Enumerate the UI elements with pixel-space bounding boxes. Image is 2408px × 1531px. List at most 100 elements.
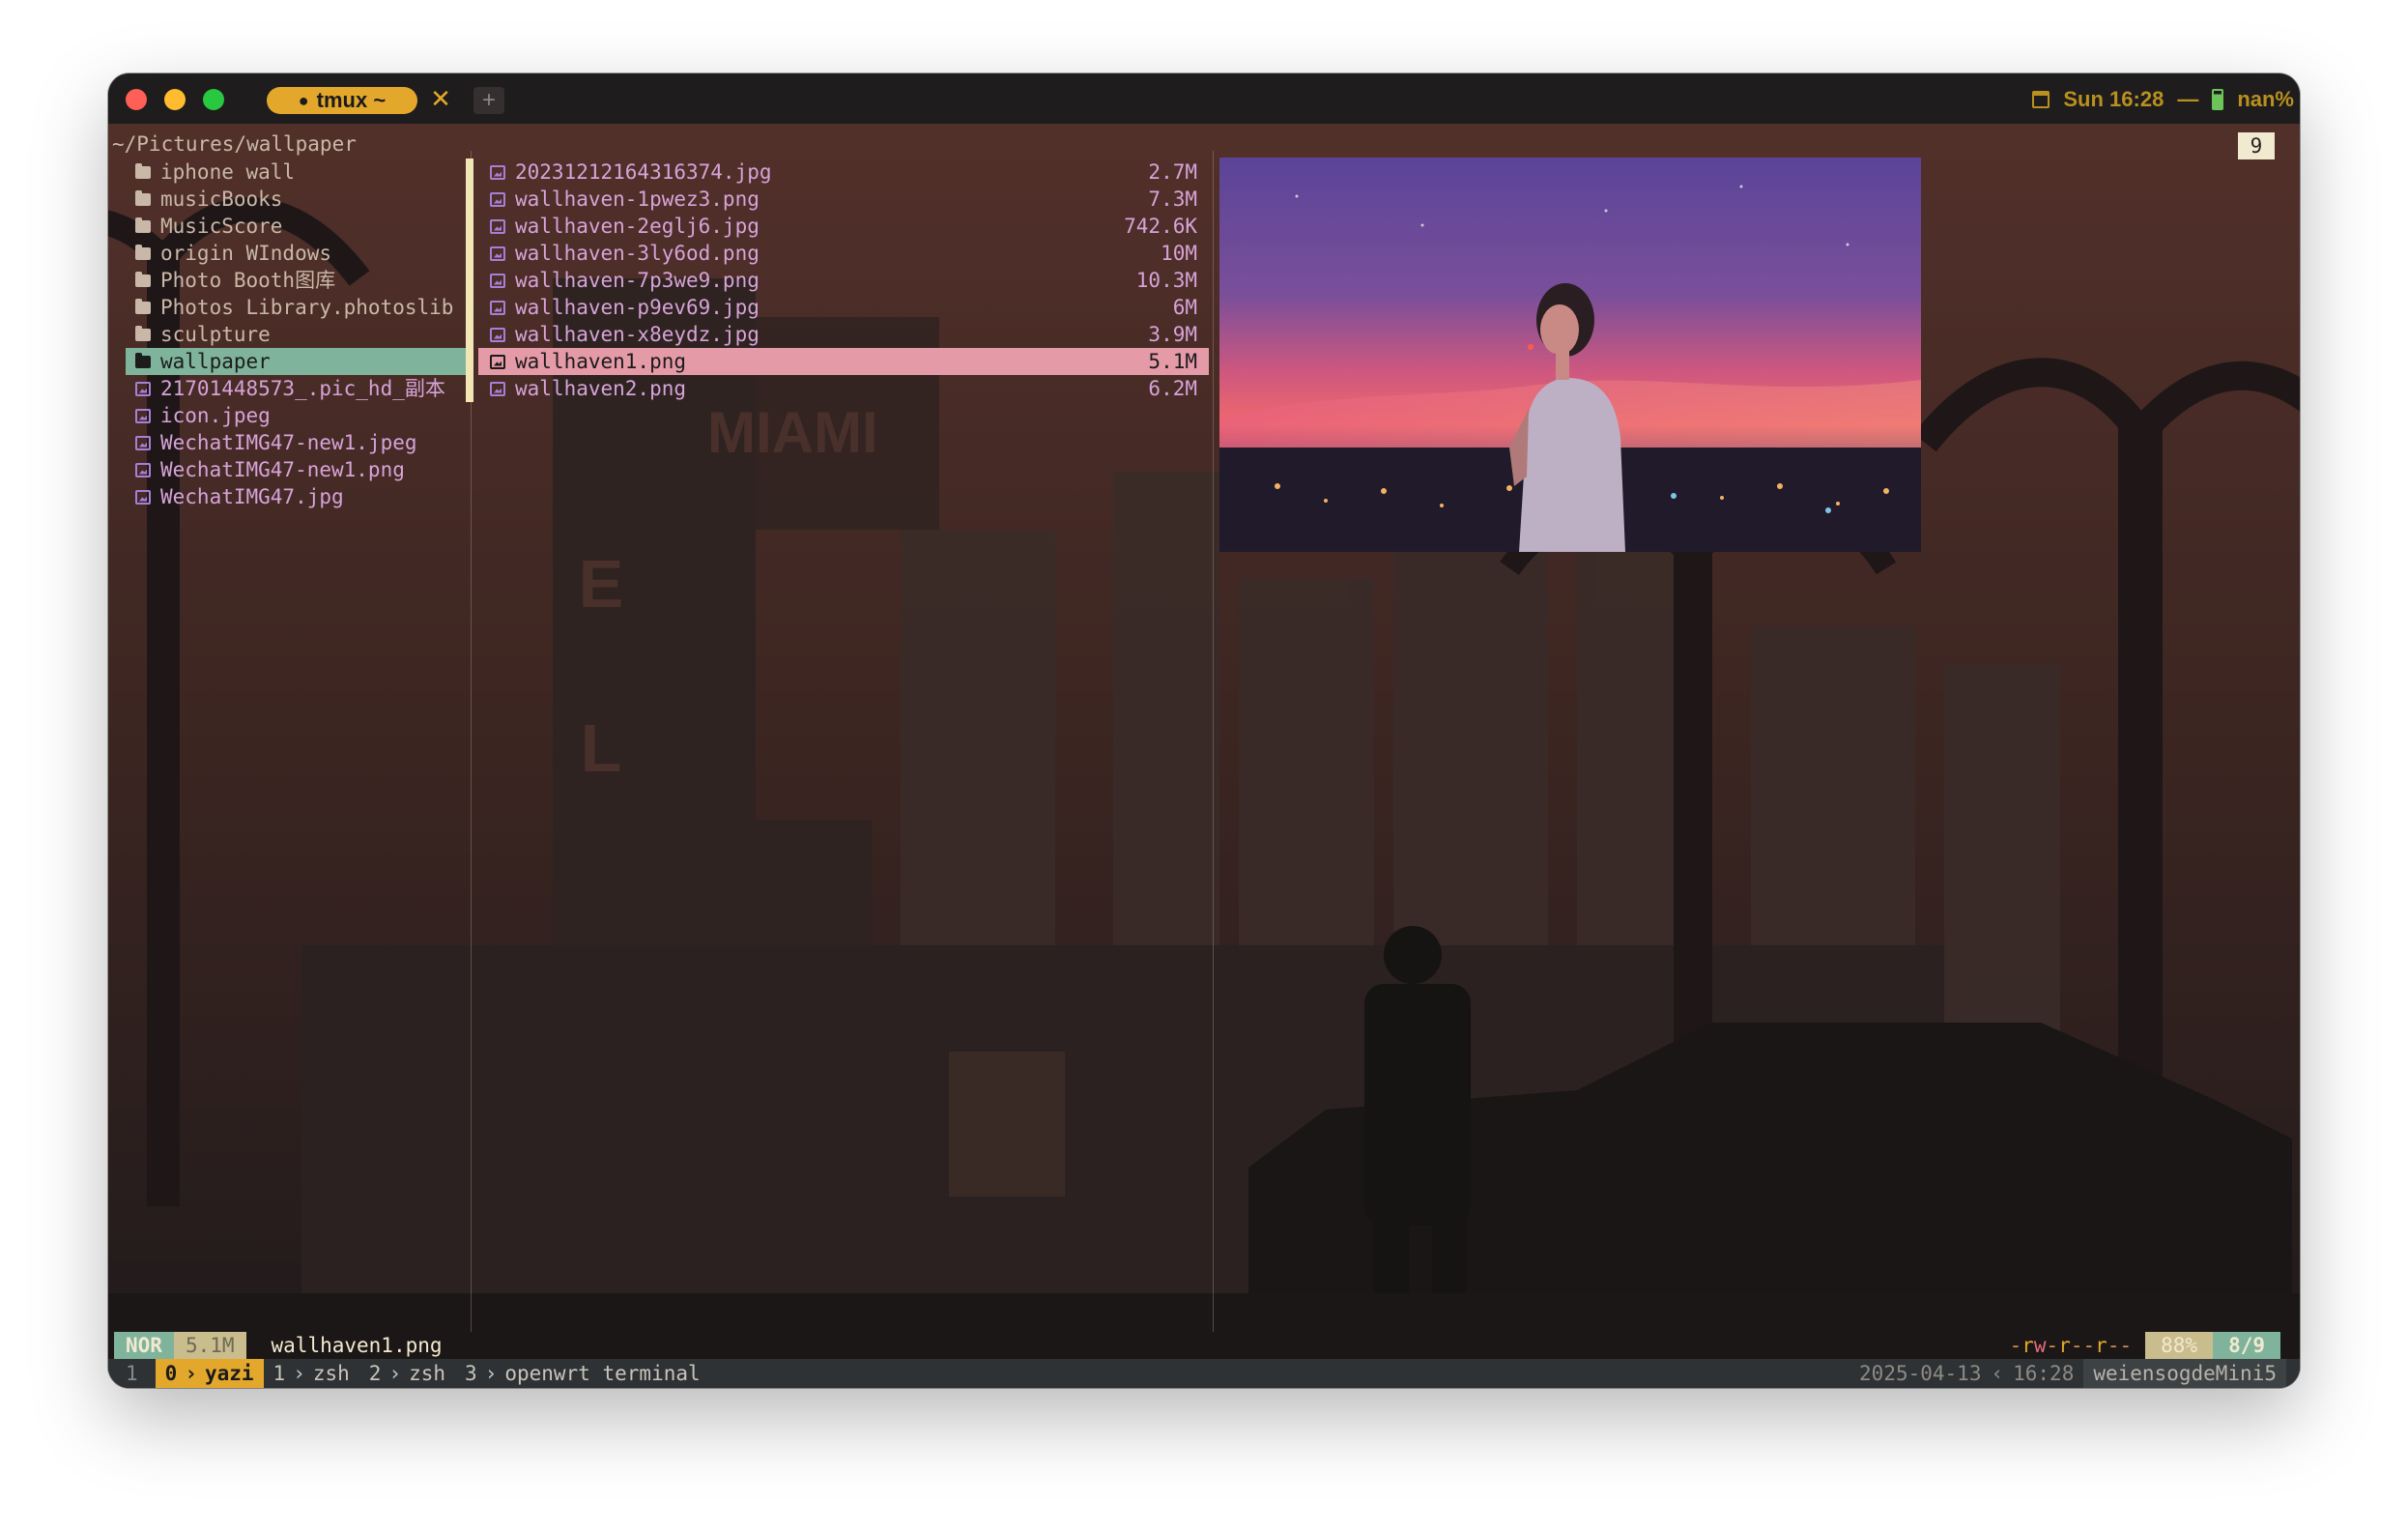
selected-filename: wallhaven1.png <box>271 1334 443 1357</box>
file-size: 7.3M <box>1148 188 1197 211</box>
file-row[interactable]: wallhaven2.png 6.2M <box>478 375 1209 402</box>
image-file-icon <box>490 191 505 207</box>
parent-file-item[interactable]: icon.jpeg <box>126 402 466 429</box>
mode-indicator: NOR <box>114 1332 174 1359</box>
tab-tmux[interactable]: ● tmux ~ <box>267 87 417 114</box>
parent-folder-item[interactable]: Photos Library.photoslib <box>126 294 466 321</box>
tmux-window-tab[interactable]: 2 › zsh <box>359 1359 455 1388</box>
file-name: wallhaven-x8eydz.jpg <box>515 323 760 346</box>
folder-icon <box>135 325 151 341</box>
image-file-icon <box>490 354 505 369</box>
chevron-right-icon: › <box>185 1362 197 1385</box>
parent-folder-item[interactable]: origin WIndows <box>126 240 466 267</box>
permission-char: - <box>2046 1334 2059 1357</box>
file-row[interactable]: wallhaven-p9ev69.jpg 6M <box>478 294 1209 321</box>
tab-label: tmux ~ <box>316 88 387 112</box>
scroll-indicator <box>466 159 473 402</box>
clock-text: Sun 16:28 <box>2063 87 2164 111</box>
file-name-cell: wallhaven2.png <box>490 375 686 402</box>
preview-image <box>1219 158 1921 552</box>
parent-folder-item[interactable]: wallpaper <box>126 348 466 375</box>
battery-icon <box>2212 89 2224 110</box>
file-row[interactable]: wallhaven-x8eydz.jpg 3.9M <box>478 321 1209 348</box>
permission-char: - <box>2107 1334 2120 1357</box>
image-file-icon <box>135 381 151 396</box>
folder-icon <box>135 217 151 233</box>
image-file-icon <box>490 218 505 234</box>
tmux-window-tab[interactable]: 0 › yazi <box>155 1359 264 1388</box>
parent-file-item[interactable]: WechatIMG47.jpg <box>126 483 466 510</box>
tmux-window-list: 0 › yazi 1 › zsh 2 › zsh 3 › openwrt terminal <box>155 1359 710 1388</box>
image-preview <box>1219 158 1921 552</box>
file-name-cell: wallhaven-1pwez3.png <box>490 186 760 213</box>
file-row[interactable]: 20231212164316374.jpg 2.7M <box>478 159 1209 186</box>
file-name-cell: wallhaven-p9ev69.jpg <box>490 294 760 321</box>
tmux-status-bar: 1 0 › yazi 1 › zsh 2 › zsh 3 › openwrt terminal 202… <box>108 1359 2300 1388</box>
folder-icon <box>135 189 151 206</box>
item-label: WechatIMG47.jpg <box>160 485 344 508</box>
parent-file-item[interactable]: WechatIMG47-new1.jpeg <box>126 429 466 456</box>
yazi-status-bar: NOR 5.1M wallhaven1.png -rw-r--r-- 88% 8… <box>108 1332 2300 1359</box>
file-name: wallhaven-7p3we9.png <box>515 269 760 292</box>
tmux-status-right: 2025-04-13 ‹ 16:28 weiensogdeMini5 <box>1849 1359 2286 1388</box>
image-file-icon <box>490 327 505 342</box>
file-name-cell: 20231212164316374.jpg <box>490 159 772 186</box>
parent-file-item[interactable]: WechatIMG47-new1.png <box>126 456 466 483</box>
tab-close-button[interactable]: ✕ <box>427 83 454 114</box>
item-label: iphone wall <box>160 160 296 184</box>
tmux-window-tab[interactable]: 1 › zsh <box>264 1359 359 1388</box>
terminal-area[interactable]: E L MIAMI ~/Pictures/wallpaper 9 iphone … <box>108 124 2300 1388</box>
permission-char: - <box>2082 1334 2096 1357</box>
parent-directory-list: iphone wall musicBooks MusicScore origin WI… <box>126 159 466 510</box>
file-row[interactable]: wallhaven-3ly6od.png 10M <box>478 240 1209 267</box>
calendar-icon <box>2032 91 2050 108</box>
parent-folder-item[interactable]: MusicScore <box>126 213 466 240</box>
new-tab-button[interactable]: + <box>473 87 504 114</box>
tmux-window-name: zsh <box>312 1362 350 1385</box>
folder-icon <box>135 352 151 368</box>
file-name: wallhaven-3ly6od.png <box>515 242 760 265</box>
file-name: wallhaven-2eglj6.jpg <box>515 215 760 238</box>
tmux-window-tab[interactable]: 3 › openwrt terminal <box>455 1359 710 1388</box>
parent-folder-item[interactable]: iphone wall <box>126 159 466 186</box>
zoom-window-button[interactable] <box>203 89 224 110</box>
permission-char: - <box>2009 1334 2022 1357</box>
file-name-cell: wallhaven1.png <box>490 348 686 375</box>
file-size: 742.6K <box>1124 215 1197 238</box>
chevron-right-icon: › <box>388 1362 402 1385</box>
file-name: wallhaven2.png <box>515 377 687 400</box>
tmux-hostname: weiensogdeMini5 <box>2083 1359 2286 1388</box>
item-label: WechatIMG47-new1.jpeg <box>160 431 417 454</box>
parent-folder-item[interactable]: Photo Booth图库 <box>126 267 466 294</box>
terminal-window: ● tmux ~ ✕ + Sun 16:28 — nan% E L MIAMI … <box>108 73 2300 1388</box>
image-file-icon <box>490 381 505 396</box>
file-row[interactable]: wallhaven-7p3we9.png 10.3M <box>478 267 1209 294</box>
close-window-button[interactable] <box>126 89 147 110</box>
item-label: 21701448573_.pic_hd_副本 <box>160 377 445 400</box>
file-name-cell: wallhaven-x8eydz.jpg <box>490 321 760 348</box>
minimize-window-button[interactable] <box>164 89 186 110</box>
parent-file-item[interactable]: 21701448573_.pic_hd_副本 <box>126 375 466 402</box>
svg-text:L: L <box>581 710 622 786</box>
item-label: Photos Library.photoslib <box>160 296 454 319</box>
count-badge: 9 <box>2238 132 2275 159</box>
folder-icon <box>135 271 151 287</box>
title-bar: ● tmux ~ ✕ + Sun 16:28 — nan% <box>108 73 2300 124</box>
apple-icon: ● <box>298 90 309 110</box>
permission-char: - <box>2119 1334 2133 1357</box>
tmux-window-name: yazi <box>204 1362 254 1385</box>
file-row[interactable]: wallhaven-1pwez3.png 7.3M <box>478 186 1209 213</box>
tmux-window-name: openwrt terminal <box>504 1362 701 1385</box>
folder-icon <box>135 298 151 314</box>
file-row[interactable]: wallhaven-2eglj6.jpg 742.6K <box>478 213 1209 240</box>
tmux-time: 16:28 <box>2013 1362 2075 1385</box>
item-label: MusicScore <box>160 215 283 238</box>
file-name: 20231212164316374.jpg <box>515 160 772 184</box>
item-label: sculpture <box>160 323 271 346</box>
scroll-percent: 88% <box>2145 1332 2214 1359</box>
file-row[interactable]: wallhaven1.png 5.1M <box>478 348 1209 375</box>
parent-folder-item[interactable]: sculpture <box>126 321 466 348</box>
file-permissions: -rw-r--r-- <box>2010 1332 2133 1359</box>
tmux-window-index: 2 <box>368 1362 382 1385</box>
parent-folder-item[interactable]: musicBooks <box>126 186 466 213</box>
